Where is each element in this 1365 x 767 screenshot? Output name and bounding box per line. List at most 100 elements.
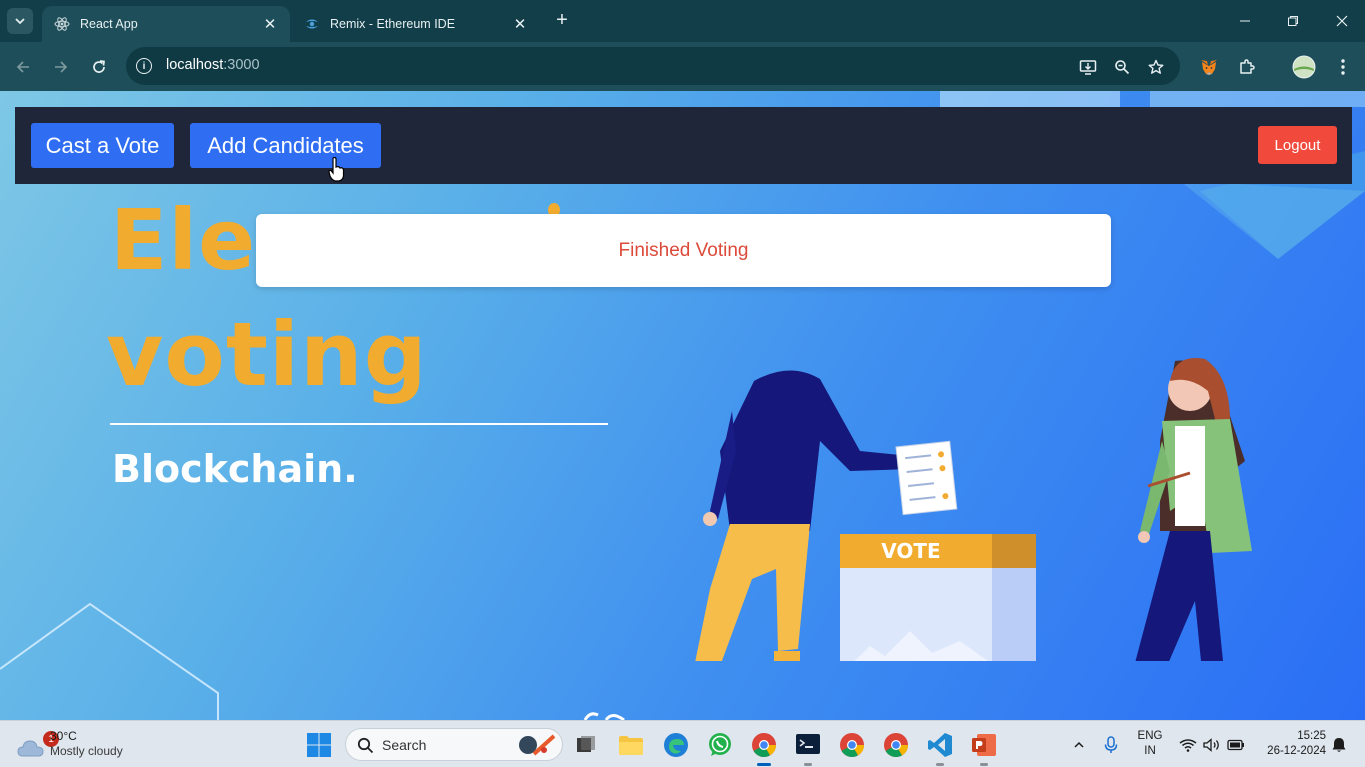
chrome-icon (840, 733, 864, 758)
terminal-icon (796, 734, 820, 754)
hand-cursor-icon (328, 157, 345, 182)
language-indicator[interactable]: ENG IN (1137, 729, 1163, 759)
minimize-icon (1240, 20, 1250, 22)
microphone-icon (1104, 735, 1118, 753)
powerpoint-app[interactable] (968, 729, 1000, 766)
extensions-puzzle-icon[interactable] (1234, 54, 1260, 80)
task-view-icon (577, 736, 595, 752)
battery-icon (1227, 739, 1244, 750)
profile-avatar[interactable] (1291, 54, 1317, 80)
search-label: Search (382, 737, 427, 753)
close-window-button[interactable] (1319, 0, 1365, 42)
start-button[interactable] (306, 732, 332, 763)
edge-icon (664, 733, 688, 757)
chevron-down-icon (15, 18, 25, 25)
file-explorer-app[interactable] (615, 729, 647, 761)
reload-icon (93, 60, 105, 73)
bell-icon (1332, 737, 1346, 752)
clock-time: 15:25 (1297, 730, 1326, 742)
voting-illustration: VOTE (695, 357, 1252, 661)
voter-woman-figure (1135, 357, 1252, 661)
zoom-icon[interactable] (1112, 57, 1132, 77)
clock-date: 26-12-2024 (1267, 745, 1326, 757)
weather-condition: Mostly cloudy (50, 744, 123, 758)
notifications-button[interactable] (1329, 721, 1349, 767)
restore-button[interactable] (1270, 0, 1316, 42)
forward-button[interactable] (48, 54, 74, 80)
ballot-box-label: VOTE (881, 539, 940, 563)
search-icon (357, 737, 374, 754)
back-button[interactable] (10, 54, 36, 80)
page-viewport: Cast a Vote Add Candidates Logout Ele vo… (0, 91, 1365, 720)
add-candidates-button[interactable]: Add Candidates (190, 123, 381, 168)
site-info-icon[interactable]: i (136, 58, 152, 74)
address-bar[interactable]: i localhost:3000 (126, 47, 1180, 85)
bookmark-star-icon[interactable] (1146, 57, 1166, 77)
battery-button[interactable] (1225, 721, 1247, 767)
browser-menu-button[interactable] (1330, 54, 1356, 80)
volume-button[interactable] (1201, 721, 1223, 767)
wifi-icon (1179, 738, 1197, 752)
remix-icon (304, 16, 320, 32)
hero-subtitle: Blockchain. (112, 447, 358, 491)
powerpoint-icon (972, 734, 996, 756)
chrome-profile-app[interactable] (880, 729, 912, 761)
chrome-icon (752, 733, 776, 758)
ballot-box: VOTE (840, 534, 1036, 661)
wifi-button[interactable] (1177, 721, 1199, 767)
app-navbar: Cast a Vote Add Candidates Logout (15, 107, 1352, 184)
cast-vote-button[interactable]: Cast a Vote (31, 123, 174, 168)
logout-button[interactable]: Logout (1258, 126, 1337, 164)
task-view-app[interactable] (570, 729, 602, 761)
chevron-up-icon (1074, 741, 1084, 748)
tab-search-button[interactable] (7, 8, 33, 34)
voting-status-card: Finished Voting (256, 214, 1111, 287)
search-highlight-icon (519, 734, 556, 756)
chrome-profile-app[interactable] (836, 729, 868, 761)
new-tab-button[interactable]: + (551, 10, 573, 32)
microphone-button[interactable] (1100, 721, 1122, 767)
edge-app[interactable] (660, 729, 692, 761)
address-toolbar: i localhost:3000 (0, 42, 1365, 91)
terminal-app[interactable] (792, 729, 824, 766)
close-icon[interactable]: ✕ (512, 16, 528, 33)
chrome-app[interactable] (748, 729, 780, 766)
system-clock[interactable]: 15:25 26-12-2024 (1256, 729, 1326, 759)
browser-tab-strip: React App ✕ Remix - Ethereum IDE ✕ + (0, 0, 1365, 42)
tab-remix-ide[interactable]: Remix - Ethereum IDE ✕ (292, 6, 540, 42)
url-text[interactable]: localhost:3000 (166, 57, 260, 73)
close-icon (1336, 15, 1348, 27)
weather-widget[interactable]: 1 30°C Mostly cloudy (14, 726, 164, 764)
reload-button[interactable] (86, 54, 112, 80)
windows-taskbar: 1 30°C Mostly cloudy Search ENG IN 15:25… (0, 720, 1365, 767)
hero-title-line1: Ele (110, 191, 257, 289)
close-icon[interactable]: ✕ (262, 16, 278, 33)
metamask-extension-icon[interactable] (1196, 54, 1222, 80)
vscode-icon (928, 733, 952, 757)
vscode-app[interactable] (924, 729, 956, 766)
taskbar-search-box[interactable]: Search (345, 728, 563, 761)
folder-icon (619, 736, 643, 755)
whatsapp-icon (709, 733, 731, 756)
show-hidden-icons-button[interactable] (1068, 721, 1090, 767)
arrow-right-icon (55, 61, 68, 73)
whatsapp-app[interactable] (704, 729, 736, 761)
chrome-icon (884, 733, 908, 758)
restore-icon (1288, 16, 1298, 26)
speaker-icon (1203, 737, 1219, 752)
hero-title-line2: voting (106, 303, 428, 406)
install-app-icon[interactable] (1078, 57, 1098, 77)
tab-title: Remix - Ethereum IDE (330, 17, 456, 31)
status-message: Finished Voting (618, 239, 749, 261)
minimize-button[interactable] (1222, 0, 1268, 42)
tab-title: React App (80, 17, 138, 31)
more-vertical-icon (1341, 59, 1345, 75)
weather-temperature: 30°C (50, 729, 77, 743)
react-icon (54, 16, 70, 32)
cloud-icon (17, 740, 44, 757)
windows-logo-icon (307, 733, 331, 757)
tab-react-app[interactable]: React App ✕ (42, 6, 290, 42)
arrow-left-icon (16, 61, 29, 73)
ballot-paper (895, 440, 958, 516)
hero-divider (110, 423, 608, 425)
